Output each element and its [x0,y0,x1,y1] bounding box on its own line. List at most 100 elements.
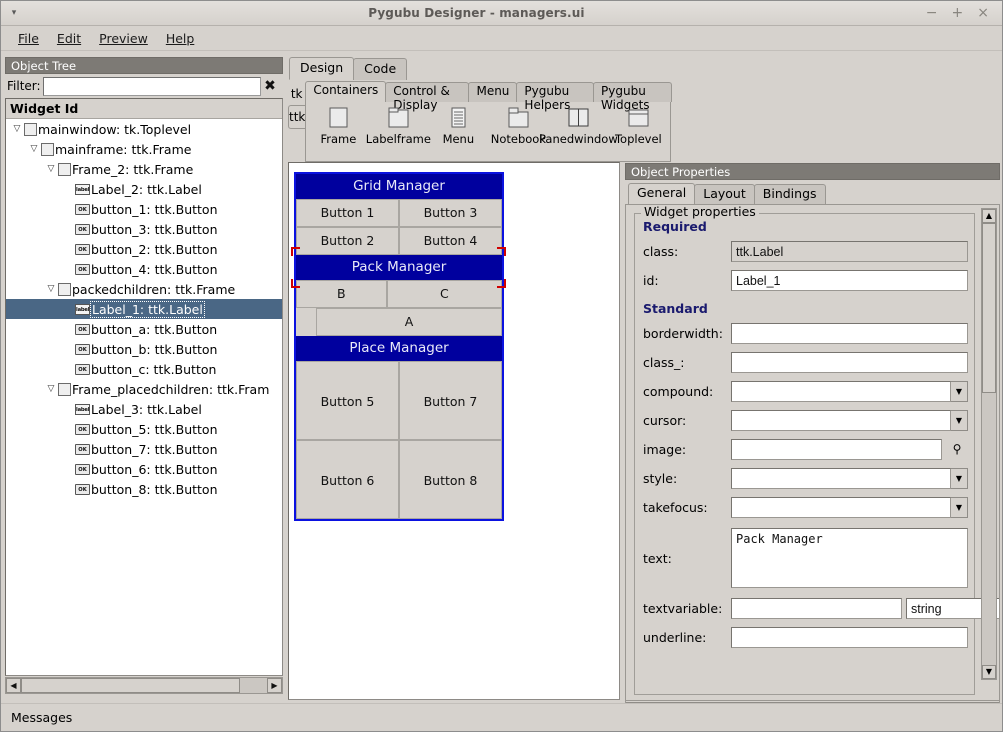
palette-item-labelframe[interactable]: Labelframe [366,106,431,146]
prop-input-id[interactable] [731,270,968,291]
prop-input-image[interactable] [731,439,942,460]
close-button[interactable]: × [977,6,989,20]
tab-bindings[interactable]: Bindings [753,184,826,204]
preview-button-3[interactable]: Button 3 [399,199,502,227]
preview-mainwindow[interactable]: Grid Manager Button 1 Button 3 Button 2 … [294,172,504,521]
minimize-button[interactable]: − [926,6,938,20]
tree-expander-icon[interactable]: ▽ [10,124,24,134]
tree-expander-icon[interactable]: ▽ [44,164,58,174]
preview-button-c[interactable]: C [386,280,502,308]
object-tree-list[interactable]: Widget Id ▽ mainwindow: tk.Toplevel ▽ mainf… [5,98,283,676]
prop-input-borderwidth[interactable] [731,323,968,344]
tree-row[interactable]: ▽ Frame_placedchildren: ttk.Fram [6,379,282,399]
chevron-down-icon[interactable]: ▼ [951,497,968,518]
prop-input-text[interactable]: Pack Manager [731,528,968,588]
prop-combo-compound[interactable]: ▼ [731,381,968,402]
tree-expander-icon[interactable]: ▽ [44,384,58,394]
prop-input-takefocus[interactable] [731,497,951,518]
tree-column-header[interactable]: Widget Id [6,99,282,119]
tree-row[interactable]: ▽ Frame_2: ttk.Frame [6,159,282,179]
tree-row[interactable]: OK button_8: ttk.Button [6,479,282,499]
scroll-up-icon[interactable]: ▲ [982,209,996,223]
palette-tab-control-display[interactable]: Control & Display [385,82,470,112]
scroll-left-icon[interactable]: ◀ [6,678,21,693]
preview-button-7[interactable]: Button 7 [399,361,502,440]
filter-input[interactable] [42,76,261,96]
scroll-right-icon[interactable]: ▶ [267,678,282,693]
prop-input-class-underscore[interactable] [731,352,968,373]
menu-preview[interactable]: Preview [90,28,157,49]
tree-row[interactable]: ▽ packedchildren: ttk.Frame [6,279,282,299]
tree-row[interactable]: ▽ mainframe: ttk.Frame [6,139,282,159]
prop-combo-style[interactable]: ▼ [731,468,968,489]
tree-row[interactable]: OK button_1: ttk.Button [6,199,282,219]
menu-help[interactable]: Help [157,28,204,49]
tree-row[interactable]: OK button_2: ttk.Button [6,239,282,259]
preview-place-manager-label[interactable]: Place Manager [296,336,502,361]
tree-row[interactable]: OK button_c: ttk.Button [6,359,282,379]
tree-expander-icon[interactable]: ▽ [27,144,41,154]
tree-row[interactable]: ▽ mainwindow: tk.Toplevel [6,119,282,139]
palette-item-frame[interactable]: Frame [308,106,368,146]
tab-layout[interactable]: Layout [694,184,755,204]
tab-ttk[interactable]: ttk [288,105,306,129]
prop-combo-takefocus[interactable]: ▼ [731,497,968,518]
prop-input-underline[interactable] [731,627,968,648]
preview-button-a[interactable]: A [316,308,502,336]
preview-pack-manager-label[interactable]: Pack Manager [296,255,502,280]
prop-input-compound[interactable] [731,381,951,402]
tree-row[interactable]: OK button_6: ttk.Button [6,459,282,479]
tree-row[interactable]: OK button_b: ttk.Button [6,339,282,359]
design-canvas[interactable]: Grid Manager Button 1 Button 3 Button 2 … [288,162,620,700]
palette-tab-containers[interactable]: Containers [305,81,387,102]
scroll-down-icon[interactable]: ▼ [982,665,996,679]
prop-input-textvariable[interactable] [731,598,902,619]
palette-item-toplevel[interactable]: Toplevel [608,106,668,146]
preview-grid-manager-label[interactable]: Grid Manager [296,174,502,199]
tree-expander-icon[interactable]: ▽ [44,284,58,294]
chevron-down-icon[interactable]: ▼ [951,468,968,489]
search-icon[interactable]: ⚲ [946,439,968,460]
chevron-down-icon[interactable]: ▼ [951,381,968,402]
hscroll-thumb[interactable] [21,678,240,693]
tree-row[interactable]: OK button_4: ttk.Button [6,259,282,279]
tab-design[interactable]: Design [289,57,355,80]
maximize-button[interactable]: + [952,6,964,20]
tree-row[interactable]: label Label_3: ttk.Label [6,399,282,419]
preview-button-b[interactable]: B [296,280,387,308]
preview-button-1[interactable]: Button 1 [296,199,399,227]
chevron-down-icon[interactable]: ▼ [951,410,968,431]
palette-tab-menu[interactable]: Menu [468,82,518,102]
clear-filter-icon[interactable]: ✖ [261,78,279,94]
menu-file[interactable]: File [9,28,48,49]
tree-row[interactable]: label Label_1: ttk.Label [6,299,282,319]
properties-vscrollbar[interactable]: ▲ ▼ [981,208,997,680]
tree-row-label: button_1: ttk.Button [91,201,218,217]
tree-row[interactable]: OK button_a: ttk.Button [6,319,282,339]
preview-button-6[interactable]: Button 6 [296,440,399,519]
menu-edit[interactable]: Edit [48,28,90,49]
tree-row[interactable]: label Label_2: ttk.Label [6,179,282,199]
preview-button-2[interactable]: Button 2 [296,227,399,255]
vscroll-thumb[interactable] [982,223,996,393]
tab-tk[interactable]: tk [288,83,306,105]
design-panel: Design Code tk ttk Containers Control & … [288,57,673,702]
prop-input-style[interactable] [731,468,951,489]
preview-button-5[interactable]: Button 5 [296,361,399,440]
preview-button-4[interactable]: Button 4 [399,227,502,255]
tab-general[interactable]: General [628,183,696,204]
palette-item-panedwindow[interactable]: Panedwindow [539,106,618,146]
palette-item-menu[interactable]: Menu [428,106,488,146]
object-tree-hscrollbar[interactable]: ◀ ▶ [5,677,283,694]
prop-combo-cursor[interactable]: ▼ [731,410,968,431]
tree-row[interactable]: OK button_3: ttk.Button [6,219,282,239]
tab-code[interactable]: Code [353,58,408,80]
tree-row[interactable]: OK button_5: ttk.Button [6,419,282,439]
preview-button-8[interactable]: Button 8 [399,440,502,519]
palette-tab-pygubu-widgets[interactable]: Pygubu Widgets [593,82,673,112]
window-menu-icon[interactable]: ▾ [1,8,27,18]
tree-row[interactable]: OK button_7: ttk.Button [6,439,282,459]
hscroll-track[interactable] [21,678,267,693]
palette-tab-pygubu-helpers[interactable]: Pygubu Helpers [516,82,595,112]
prop-input-cursor[interactable] [731,410,951,431]
